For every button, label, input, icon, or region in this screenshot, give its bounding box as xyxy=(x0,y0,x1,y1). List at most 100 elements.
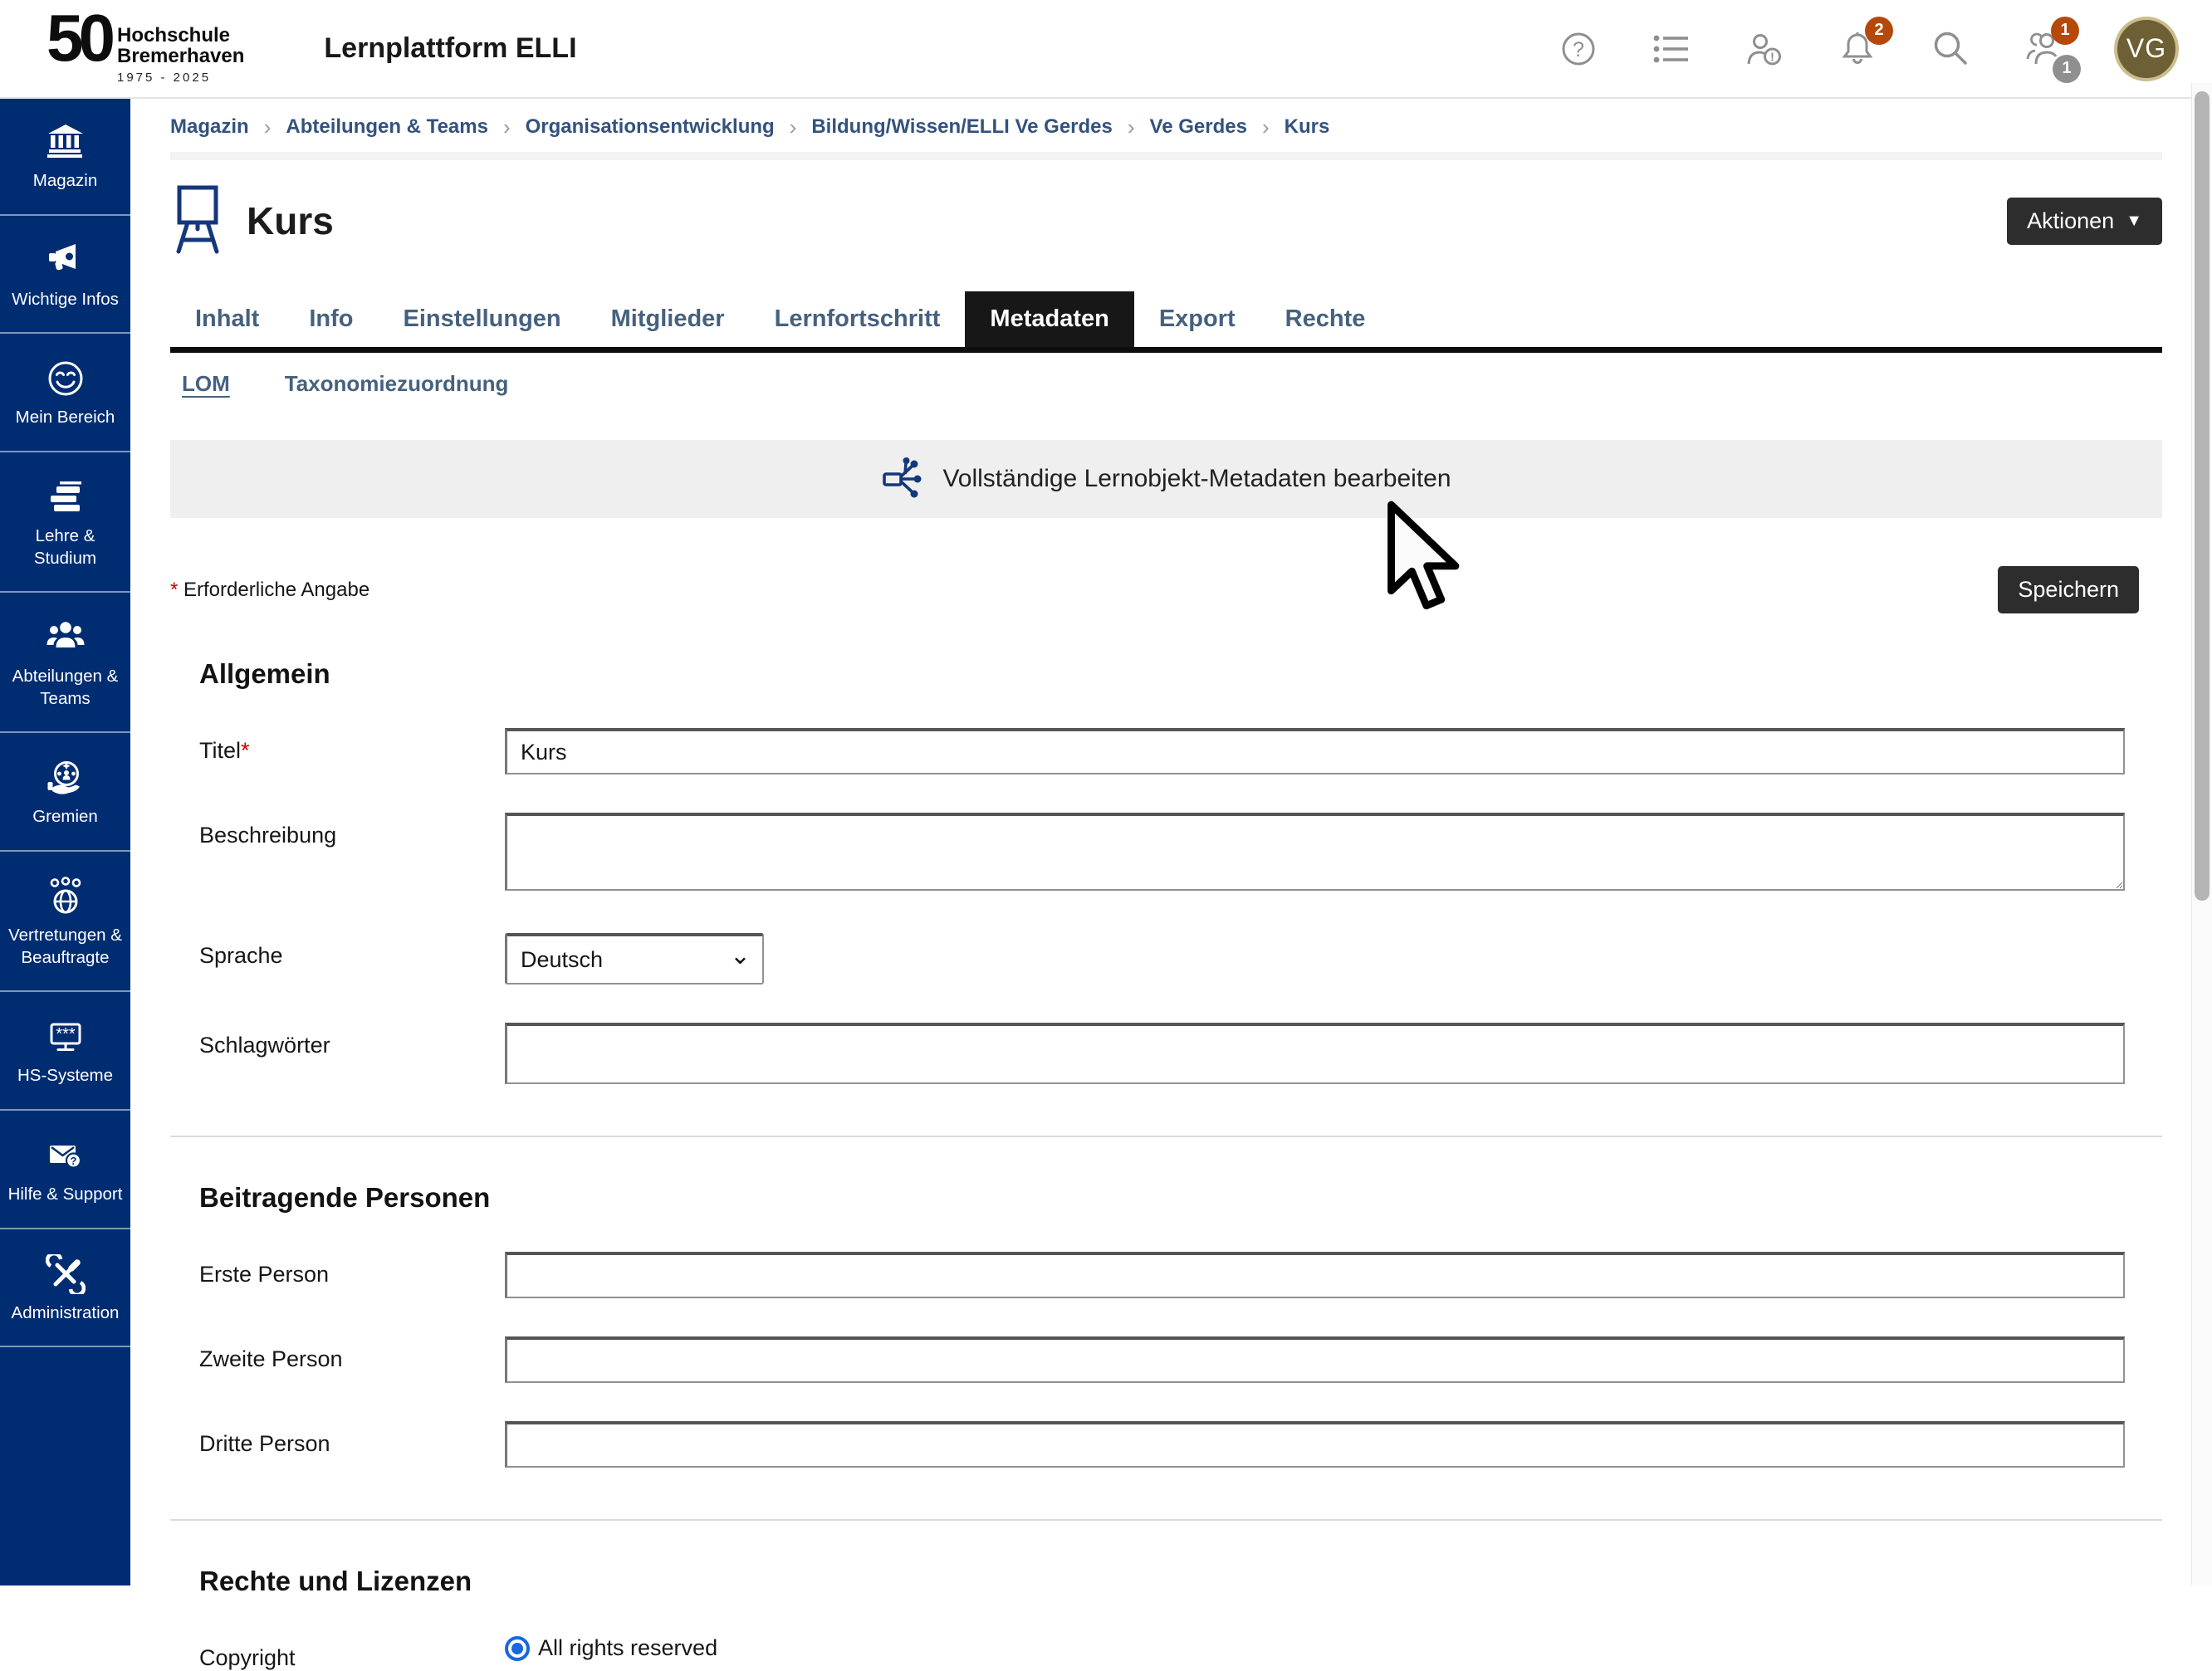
scrollbar-track[interactable] xyxy=(2191,83,2212,1585)
breadcrumb-item-organisationsentwicklung[interactable]: Organisationsentwicklung xyxy=(526,115,775,139)
subtab-bar: LOM Taxonomiezuordnung xyxy=(170,353,2162,408)
schlagwoerter-input[interactable] xyxy=(505,1023,2125,1084)
svg-text:?: ? xyxy=(1573,38,1584,61)
tab-export[interactable]: Export xyxy=(1134,291,1260,347)
sidebar-item-label: Lehre & Studium xyxy=(5,525,125,569)
tab-einstellungen[interactable]: Einstellungen xyxy=(379,291,586,347)
note-row: * Erforderliche Angabe Speichern xyxy=(170,566,2162,613)
sprache-label: Sprache xyxy=(199,933,505,969)
sidebar-item-gremien[interactable]: Gremien xyxy=(0,733,130,852)
sidebar-item-label: Mein Bereich xyxy=(16,407,115,429)
schlagwoerter-label: Schlagwörter xyxy=(199,1023,505,1058)
zweite-person-input[interactable] xyxy=(505,1336,2125,1383)
breadcrumb-item-bildung-wissen[interactable]: Bildung/Wissen/ELLI Ve Gerdes xyxy=(811,115,1113,139)
tab-bar: Inhalt Info Einstellungen Mitglieder Ler… xyxy=(170,291,2162,353)
sidebar-item-vertretungen-beauftragte[interactable]: Vertretungen & Beauftragte xyxy=(0,852,130,992)
main-content: Magazin › Abteilungen & Teams › Organisa… xyxy=(130,99,2187,1671)
erste-person-input[interactable] xyxy=(505,1252,2125,1298)
beschreibung-label: Beschreibung xyxy=(199,813,505,848)
sidebar-item-magazin[interactable]: Magazin xyxy=(0,97,130,216)
tab-metadaten[interactable]: Metadaten xyxy=(965,291,1133,347)
chevron-right-icon: › xyxy=(1128,116,1135,138)
form-row-schlagwoerter: Schlagwörter xyxy=(199,1023,2125,1084)
breadcrumb-item-magazin[interactable]: Magazin xyxy=(170,115,249,139)
notifications-icon[interactable]: 2 xyxy=(1835,27,1880,71)
notification-badge: 2 xyxy=(1865,17,1893,45)
page-title: Kurs xyxy=(247,198,334,243)
megaphone-icon xyxy=(46,241,86,281)
mail-question-icon: ? xyxy=(46,1136,86,1175)
app-title: Lernplattform ELLI xyxy=(324,32,576,65)
required-asterisk: * xyxy=(241,738,250,763)
list-icon[interactable] xyxy=(1649,27,1694,71)
sidebar-item-lehre-studium[interactable]: Lehre & Studium xyxy=(0,452,130,593)
dritte-person-label: Dritte Person xyxy=(199,1421,505,1457)
required-note-text: Erforderliche Angabe xyxy=(184,579,369,601)
breadcrumb-item-abteilungen-teams[interactable]: Abteilungen & Teams xyxy=(286,115,488,139)
section-heading-allgemein: Allgemein xyxy=(199,658,2162,690)
sidebar-item-mein-bereich[interactable]: Mein Bereich xyxy=(0,334,130,452)
logo-line1: Hochschule xyxy=(117,26,244,46)
breadcrumb-item-kurs[interactable]: Kurs xyxy=(1285,115,1330,139)
form-row-sprache: Sprache Deutsch ⌄ xyxy=(199,933,2125,985)
zweite-person-label: Zweite Person xyxy=(199,1336,505,1372)
sidebar-item-label: Wichtige Infos xyxy=(12,289,119,311)
section-allgemein: Allgemein Titel* Beschreibung Sprache De… xyxy=(170,658,2162,1084)
svg-text:***: *** xyxy=(56,1025,76,1043)
edit-metadata-banner[interactable]: Vollständige Lernobjekt-Metadaten bearbe… xyxy=(170,440,2162,518)
svg-text:!: ! xyxy=(1770,50,1774,64)
svg-text:?: ? xyxy=(70,1155,76,1167)
sidebar-item-label: Vertretungen & Beauftragte xyxy=(5,925,125,969)
sidebar-item-administration[interactable]: Administration xyxy=(0,1229,130,1348)
smiley-icon xyxy=(46,359,86,398)
edit-metadata-link: Vollständige Lernobjekt-Metadaten bearbe… xyxy=(942,465,1451,493)
globe-people-icon xyxy=(46,877,86,916)
section-rechte-lizenzen: Rechte und Lizenzen Copyright All rights… xyxy=(170,1566,2162,1671)
subtab-taxonomiezuordnung[interactable]: Taxonomiezuordnung xyxy=(285,371,509,397)
chevron-right-icon: › xyxy=(503,116,511,138)
sidebar-item-abteilungen-teams[interactable]: Abteilungen & Teams xyxy=(0,593,130,733)
sidebar-item-label: Administration xyxy=(12,1302,120,1325)
scrollbar-thumb[interactable] xyxy=(2195,91,2210,901)
help-icon[interactable]: ? xyxy=(1556,27,1601,71)
actions-button[interactable]: Aktionen ▼ xyxy=(2007,198,2162,245)
sidebar: Magazin Wichtige Infos Mein Bereich Lehr… xyxy=(0,97,130,1585)
bank-icon xyxy=(46,122,86,162)
sidebar-item-label: Gremien xyxy=(32,806,98,828)
tab-mitglieder[interactable]: Mitglieder xyxy=(586,291,750,347)
title-row: Kurs Aktionen ▼ xyxy=(170,185,2162,257)
form-row-erste-person: Erste Person xyxy=(199,1252,2125,1298)
sidebar-item-label: Magazin xyxy=(33,170,98,193)
tab-info[interactable]: Info xyxy=(284,291,378,347)
sidebar-item-hs-systeme[interactable]: *** HS-Systeme xyxy=(0,992,130,1111)
section-divider xyxy=(170,1136,2162,1137)
save-button[interactable]: Speichern xyxy=(1998,566,2139,613)
breadcrumb-item-ve-gerdes[interactable]: Ve Gerdes xyxy=(1150,115,1247,139)
copyright-radio[interactable] xyxy=(505,1636,530,1661)
top-header: 50 Hochschule Bremerhaven 1975 - 2025 Le… xyxy=(0,0,2212,99)
logo-years: 1975 - 2025 xyxy=(117,71,244,85)
contacts-icon[interactable]: 1 1 xyxy=(2021,27,2066,71)
titel-input[interactable] xyxy=(505,728,2125,774)
sidebar-item-hilfe-support[interactable]: ? Hilfe & Support xyxy=(0,1111,130,1229)
section-heading-beitragende-personen: Beitragende Personen xyxy=(199,1182,2162,1214)
books-icon xyxy=(46,477,86,517)
sidebar-item-label: HS-Systeme xyxy=(17,1065,113,1087)
sidebar-item-wichtige-infos[interactable]: Wichtige Infos xyxy=(0,216,130,335)
beschreibung-textarea[interactable] xyxy=(505,813,2125,891)
sidebar-item-label: Hilfe & Support xyxy=(8,1184,123,1206)
search-icon[interactable] xyxy=(1928,27,1973,71)
subtab-lom[interactable]: LOM xyxy=(182,371,230,397)
tab-rechte[interactable]: Rechte xyxy=(1260,291,1391,347)
avatar[interactable]: VG xyxy=(2114,17,2179,81)
dritte-person-input[interactable] xyxy=(505,1421,2125,1468)
sprache-select[interactable]: Deutsch xyxy=(505,933,764,985)
tab-inhalt[interactable]: Inhalt xyxy=(170,291,284,347)
hochschule-bremerhaven-logo[interactable]: 50 Hochschule Bremerhaven 1975 - 2025 xyxy=(46,12,244,85)
contacts-badge-top: 1 xyxy=(2051,17,2079,45)
committee-icon xyxy=(46,758,86,798)
form-row-beschreibung: Beschreibung xyxy=(199,813,2125,895)
save-button-label: Speichern xyxy=(2018,577,2119,603)
awareness-icon[interactable]: ! xyxy=(1742,27,1787,71)
tab-lernfortschritt[interactable]: Lernfortschritt xyxy=(750,291,966,347)
